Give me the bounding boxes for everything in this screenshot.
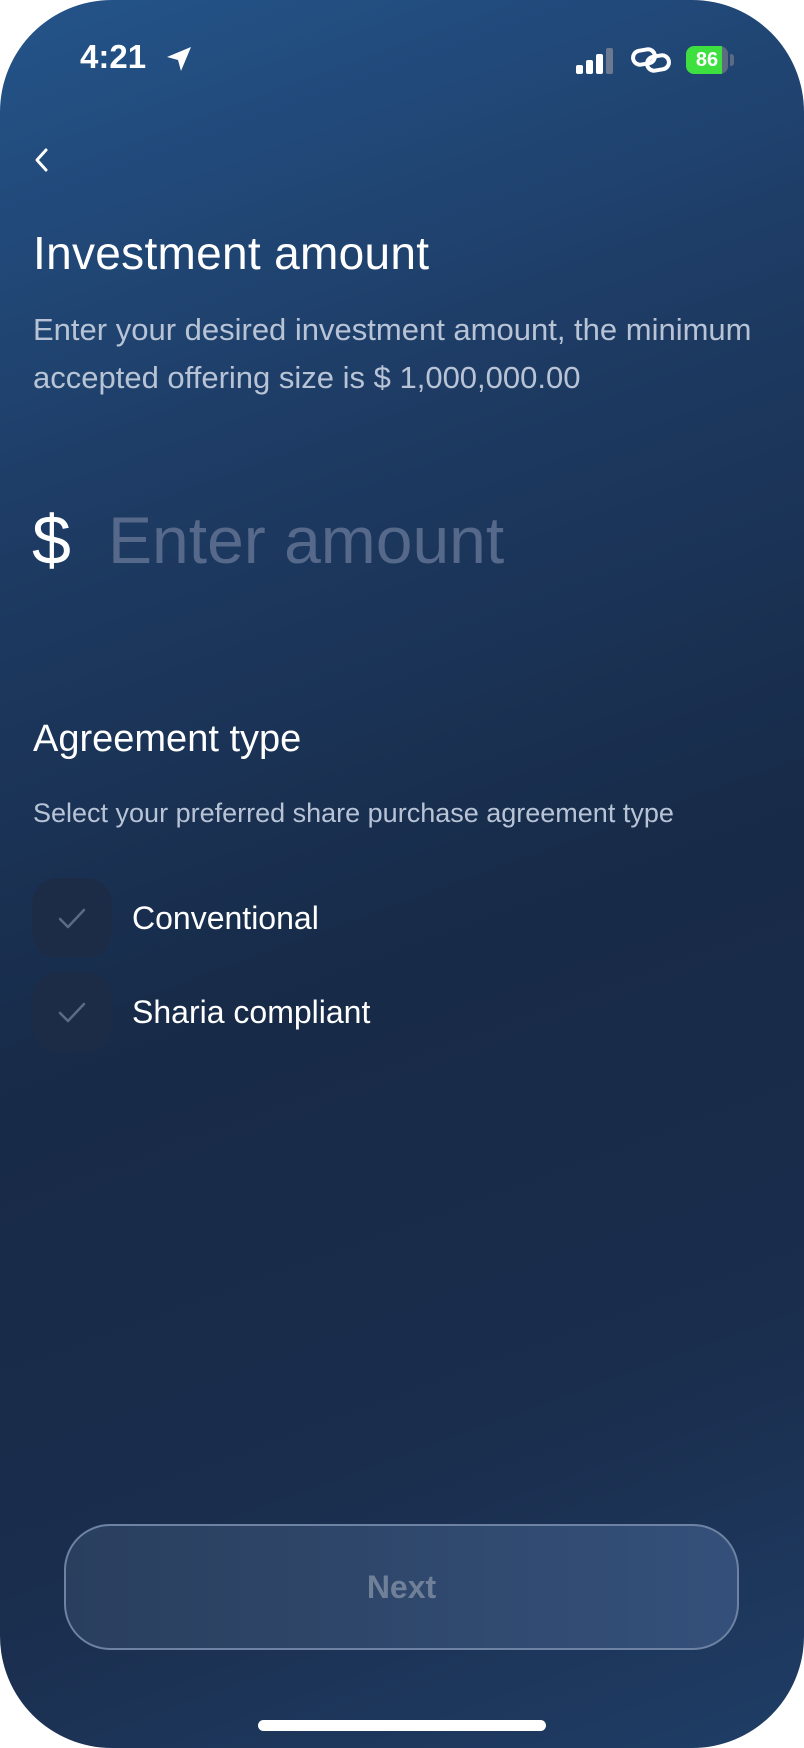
battery-percentage: 86 (695, 48, 719, 71)
option-sharia-compliant[interactable]: Sharia compliant (32, 972, 370, 1052)
battery-cap (730, 54, 734, 66)
option-conventional[interactable]: Conventional (32, 878, 319, 958)
option-label: Sharia compliant (132, 993, 371, 1030)
chevron-left-icon (35, 148, 48, 172)
checkmark-icon (58, 908, 86, 929)
page-subtitle: Enter your desired investment amount, th… (33, 312, 752, 395)
page-title: Investment amount (33, 227, 430, 279)
amount-input[interactable] (108, 494, 748, 586)
currency-symbol: $ (32, 501, 71, 579)
location-arrow-icon (167, 47, 191, 71)
checkbox-conventional[interactable] (32, 878, 112, 958)
cellular-signal-icon (576, 48, 613, 74)
link-icon (631, 47, 671, 73)
back-button[interactable] (28, 142, 56, 178)
battery-icon: 86 (686, 46, 728, 74)
agreement-type-title: Agreement type (33, 718, 302, 760)
home-indicator[interactable] (258, 1720, 546, 1731)
app-screen: 4:21 86 Investment amount Enter your des… (0, 0, 804, 1748)
checkbox-sharia-compliant[interactable] (32, 972, 112, 1052)
agreement-type-subtitle: Select your preferred share purchase agr… (33, 798, 674, 828)
status-time: 4:21 (80, 38, 147, 75)
checkmark-icon (58, 1002, 86, 1023)
next-button[interactable]: Next (64, 1524, 739, 1650)
option-label: Conventional (132, 899, 319, 936)
